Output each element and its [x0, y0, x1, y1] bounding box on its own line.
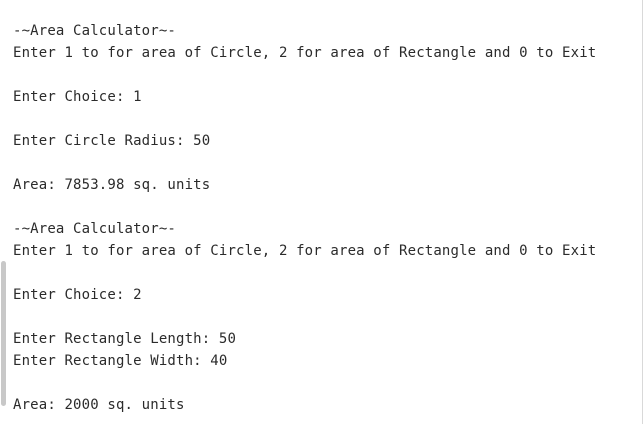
console-line-menu: Enter 1 to for area of Circle, 2 for are… — [13, 45, 597, 61]
console-line-title: -~Area Calculator~- — [13, 23, 176, 39]
console-line-choice: Enter Choice: 2 — [13, 287, 142, 303]
console-line-area-result: Area: 7853.98 sq. units — [13, 177, 211, 193]
console-line-rectangle-length: Enter Rectangle Length: 50 — [13, 331, 237, 347]
console-line-choice: Enter Choice: 1 — [13, 89, 142, 105]
console-output-panel[interactable]: -~Area Calculator~- Enter 1 to for area … — [0, 0, 643, 424]
console-line-rectangle-width: Enter Rectangle Width: 40 — [13, 353, 228, 369]
vertical-scrollbar[interactable] — [0, 0, 7, 424]
console-line-circle-radius: Enter Circle Radius: 50 — [13, 133, 211, 149]
console-line-menu: Enter 1 to for area of Circle, 2 for are… — [13, 243, 597, 259]
scrollbar-thumb[interactable] — [1, 261, 6, 406]
console-line-title: -~Area Calculator~- — [13, 221, 176, 237]
console-line-area-result: Area: 2000 sq. units — [13, 397, 185, 413]
console-text: -~Area Calculator~- Enter 1 to for area … — [13, 20, 596, 416]
